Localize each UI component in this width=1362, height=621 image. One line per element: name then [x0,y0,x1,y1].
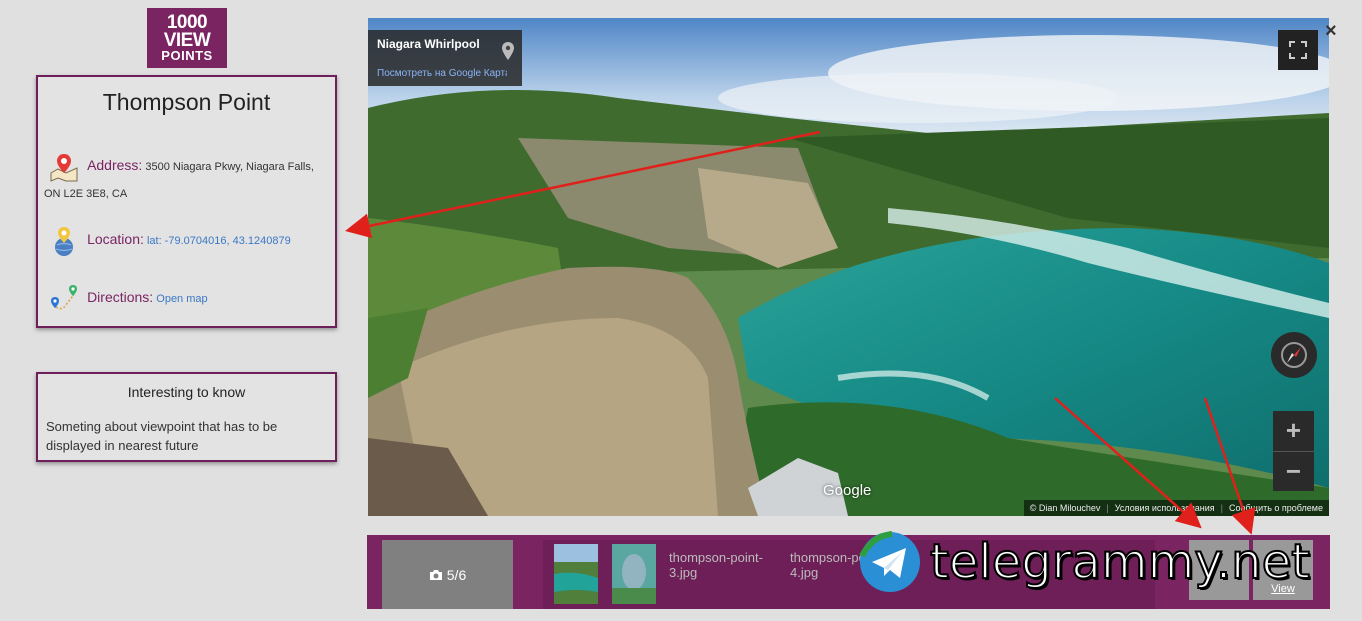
thumbnail-image [554,544,598,604]
close-icon[interactable]: × [1325,20,1341,42]
interesting-to-know-title: Interesting to know [127,384,246,400]
thumbnail-1[interactable] [554,544,598,604]
footer-separator: | [1106,503,1109,513]
logo-line-3: POINTS [161,47,213,63]
map-marker-icon[interactable] [502,42,514,60]
globe-pin-icon [55,227,73,257]
panorama-image [368,18,1329,516]
viewpoint-title: Thompson Point [102,89,271,115]
photo-counter-text: 5/6 [446,566,467,583]
map-pin-icon [50,154,78,182]
zoom-in-button[interactable]: + [1273,411,1314,451]
watermark-text: telegrammy.net [929,533,1311,591]
location-coordinates-link[interactable]: lat: -79.0704016, 43.1240879 [147,235,291,247]
thumbnail-2[interactable] [612,544,656,604]
open-map-link[interactable]: Open map [156,293,207,305]
compass-control[interactable] [1271,332,1317,378]
address-row: Address: 3500 Niagara Pkwy, Niagara Fall… [48,147,327,185]
photo-counter: 5/6 [382,540,513,609]
interesting-to-know-panel: Interesting to know Someting about viewp… [36,372,337,462]
telegram-logo-icon [859,531,920,592]
thumbnail-image [612,544,656,604]
route-icon [51,285,77,310]
telegrammy-watermark: telegrammy.net [858,527,1311,597]
place-info-card: Niagara Whirlpool Посмотреть на Google К… [368,30,522,86]
report-problem-link[interactable]: Сообщить о проблеме [1229,503,1323,513]
address-value: 3500 Niagara Pkwy, Niagara Falls, [145,161,314,173]
compass-icon [1281,342,1307,368]
interesting-to-know-text: Someting about viewpoint that has to be … [46,419,278,453]
viewpoint-info-panel: Thompson Point Address: 3500 Niagara Pkw… [36,75,337,328]
address-label: Address: [87,157,143,173]
photo-credit: © Dian Milouchev [1029,503,1101,513]
fullscreen-button[interactable] [1278,30,1318,70]
fullscreen-icon [1289,41,1307,59]
zoom-control: + − [1273,411,1314,491]
map-footer: © Dian Milouchev | Условия использования… [1023,500,1329,516]
google-watermark: Google [823,482,872,499]
directions-row: Directions: Open map [48,279,327,317]
terms-link[interactable]: Условия использования [1115,503,1215,513]
location-label: Location: [87,231,144,247]
camera-icon [429,569,442,580]
thumbnail-3-broken[interactable]: thompson-point-3.jpg [669,550,779,580]
view-on-google-maps-link[interactable]: Посмотреть на Google Картах [377,68,507,79]
place-name: Niagara Whirlpool [377,37,480,51]
location-row: Location: lat: -79.0704016, 43.1240879 [48,221,327,259]
directions-label: Directions: [87,289,154,305]
zoom-out-button[interactable]: − [1273,452,1314,492]
street-view-panorama[interactable]: Niagara Whirlpool Посмотреть на Google К… [368,18,1329,516]
footer-separator: | [1220,503,1223,513]
brand-logo[interactable]: 1000 VIEW POINTS [147,8,227,68]
address-value-line-2: ON L2E 3E8, CA [44,188,128,200]
